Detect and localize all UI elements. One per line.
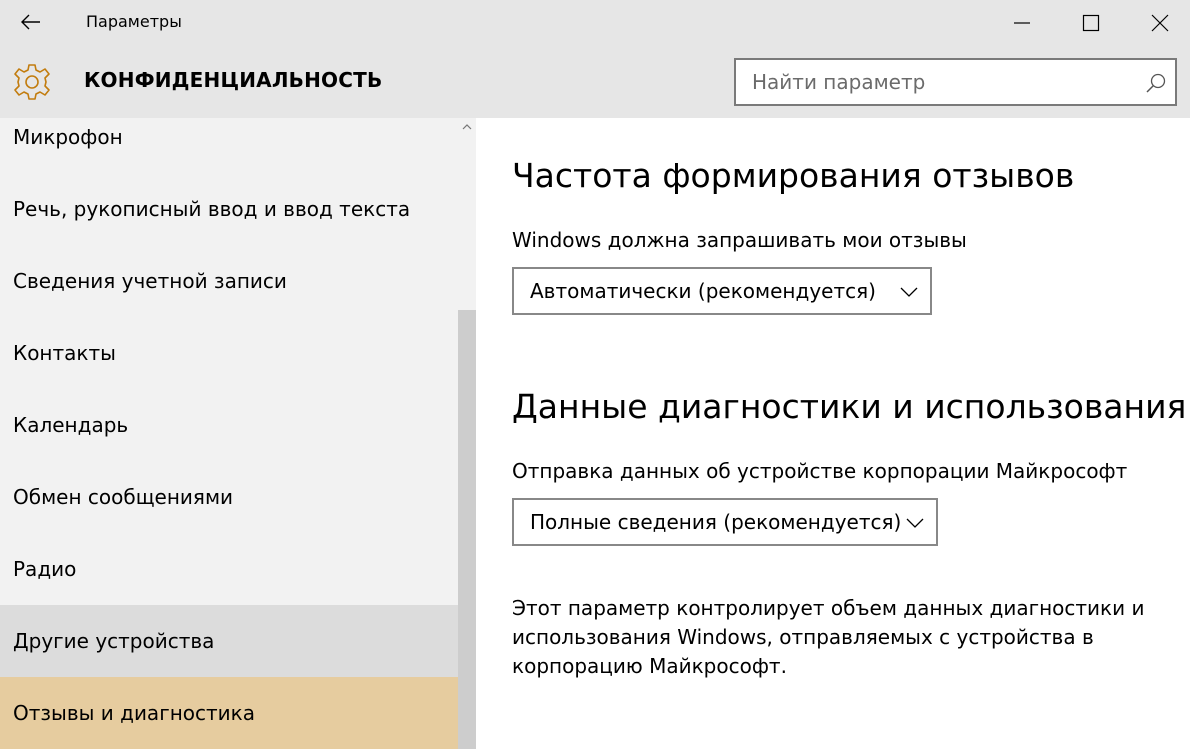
feedback-frequency-value: Автоматически (рекомендуется) [530, 279, 876, 303]
minimize-icon [1014, 22, 1030, 24]
app-title: Параметры [86, 12, 182, 31]
sidebar-item-account-info[interactable]: Сведения учетной записи [0, 245, 458, 317]
close-button[interactable] [1126, 0, 1190, 46]
search-icon[interactable] [1145, 72, 1167, 94]
sidebar-item-calendar[interactable]: Календарь [0, 389, 458, 461]
chevron-down-icon [900, 287, 918, 297]
sidebar-item-speech[interactable]: Речь, рукописный ввод и ввод текста [0, 173, 458, 245]
sidebar-item-other-devices[interactable]: Другие устройства [0, 605, 458, 677]
diagnostics-description: Этот параметр контролирует объем данных … [512, 596, 1145, 678]
sidebar-item-messaging[interactable]: Обмен сообщениями [0, 461, 458, 533]
gear-icon [12, 62, 52, 102]
sidebar-item-contacts[interactable]: Контакты [0, 317, 458, 389]
sidebar-item-feedback-diagnostics[interactable]: Отзывы и диагностика [0, 677, 458, 749]
chevron-down-icon [906, 518, 924, 528]
search-box[interactable] [734, 58, 1177, 106]
diagnostics-value: Полные сведения (рекомендуется) [530, 510, 902, 534]
diagnostics-label: Отправка данных об устройстве корпорации… [512, 459, 1128, 483]
back-arrow-icon [21, 14, 40, 30]
close-icon [1151, 14, 1169, 32]
maximize-icon [1082, 14, 1100, 32]
sidebar-item-radio[interactable]: Радио [0, 533, 458, 605]
sidebar-item-microphone[interactable]: Микрофон [0, 118, 458, 173]
page-header: КОНФИДЕНЦИАЛЬНОСТЬ [0, 46, 1190, 118]
title-bar: Параметры [0, 0, 1190, 46]
page-title: КОНФИДЕНЦИАЛЬНОСТЬ [84, 68, 383, 92]
main-content: Частота формирования отзывов Windows дол… [476, 118, 1190, 749]
scrollbar-thumb[interactable] [458, 310, 476, 749]
diagnostics-dropdown[interactable]: Полные сведения (рекомендуется) [512, 498, 938, 546]
sidebar: Микрофон Речь, рукописный ввод и ввод те… [0, 118, 476, 749]
feedback-frequency-heading: Частота формирования отзывов [512, 156, 1075, 195]
feedback-frequency-label: Windows должна запрашивать мои отзывы [512, 228, 967, 252]
back-button[interactable] [14, 8, 50, 38]
maximize-button[interactable] [1057, 0, 1125, 46]
diagnostics-heading: Данные диагностики и использования [512, 387, 1187, 426]
feedback-frequency-dropdown[interactable]: Автоматически (рекомендуется) [512, 267, 932, 315]
search-input[interactable] [736, 60, 1175, 104]
chevron-up-icon[interactable] [460, 120, 474, 134]
minimize-button[interactable] [988, 0, 1056, 46]
